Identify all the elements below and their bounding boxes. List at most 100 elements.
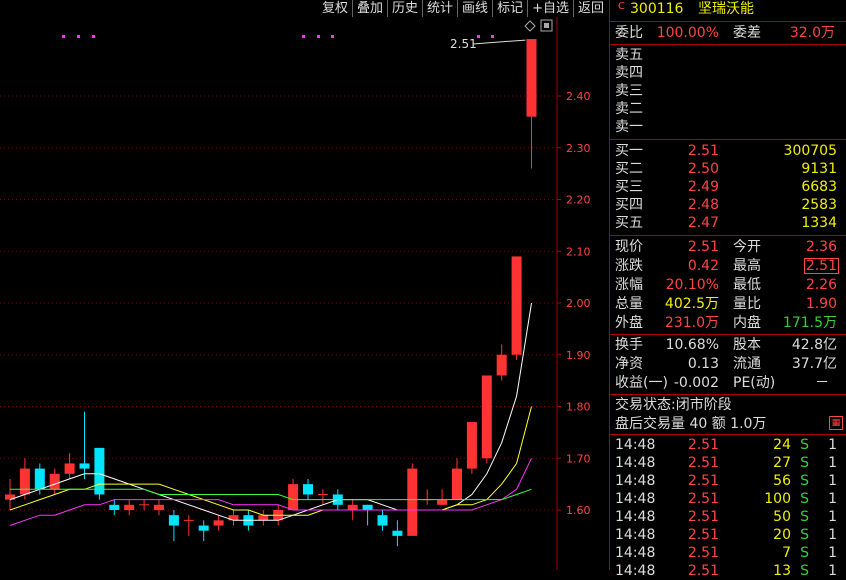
fund-row: 收益(一) -0.002 PE(动) － (610, 374, 846, 392)
candle-body (154, 504, 164, 510)
buy-row: 买三 2.49 6683 (610, 178, 846, 196)
stock-header: C 300116 坚瑞沃能 (610, 0, 846, 19)
candle (452, 458, 462, 500)
candle (288, 478, 299, 510)
candle-body (168, 515, 179, 526)
inner-volume: 171.5万 (782, 315, 837, 331)
stat-label: 内盘 (733, 315, 761, 331)
weibi-label: 委比 (615, 25, 643, 41)
signal-dots (62, 35, 494, 38)
buy-volume: 9131 (801, 161, 837, 177)
fund-row: 净资 0.13 流通 37.7亿 (610, 355, 846, 373)
candle (183, 515, 194, 536)
tick-price: 2.51 (687, 491, 719, 507)
candle-body (377, 515, 388, 526)
chart-corner-icons (524, 19, 553, 32)
tick-volume: 56 (773, 473, 791, 489)
candle (422, 489, 433, 505)
candle (228, 510, 239, 526)
tick-side: S (800, 527, 809, 543)
buy-row: 买四 2.48 2583 (610, 196, 846, 214)
stock-name: 坚瑞沃能 (698, 1, 754, 17)
y-tick-label: 1.80 (566, 401, 591, 414)
tick-side: S (800, 563, 809, 579)
candle (5, 478, 15, 510)
tick-row: 14:48 2.51 24 S 1 (610, 436, 846, 454)
candle-body (526, 39, 537, 117)
tick-time: 14:48 (615, 545, 656, 561)
candle-body (496, 354, 507, 376)
share-capital: 42.8亿 (791, 337, 837, 353)
diamond-icon[interactable] (524, 20, 536, 32)
candle-body (303, 484, 313, 495)
stat-label: 总量 (615, 296, 643, 312)
y-tick-label: 2.00 (566, 297, 591, 310)
tick-price: 2.51 (687, 473, 719, 489)
buy-volume: 2583 (801, 197, 837, 213)
last-price-label: 2.51 (450, 37, 477, 51)
candle (496, 344, 507, 381)
tick-side: S (800, 455, 809, 471)
tick-time: 14:48 (615, 455, 656, 471)
stat-row: 涨幅 20.10% 最低 2.26 (610, 276, 846, 294)
sell-label: 卖三 (615, 83, 643, 99)
after-hours: 盘后交易量 40 额 1.0万 ▦ (610, 415, 846, 433)
y-tick-label: 1.70 (566, 452, 591, 465)
stat-row: 总量 402.5万 量比 1.90 (610, 295, 846, 313)
candle-body (198, 525, 209, 531)
table-icon[interactable]: ▦ (829, 416, 843, 430)
sell-row: 卖五 (610, 46, 846, 64)
buy-volume: 6683 (801, 179, 837, 195)
candle (139, 499, 150, 510)
candlestick-chart[interactable]: 2.40 2.30 2.20 2.10 2.00 1.90 1.80 1.70 1.60 2.5… (0, 0, 608, 570)
high-price: 2.51 (803, 258, 839, 274)
sell-row: 卖四 (610, 64, 846, 82)
weicha-label: 委差 (733, 25, 761, 41)
tick-row: 14:48 2.51 50 S 1 (610, 508, 846, 526)
tick-price: 2.51 (687, 563, 719, 579)
tick-volume: 20 (773, 527, 791, 543)
tick-price: 2.51 (687, 545, 719, 561)
outer-volume: 231.0万 (664, 315, 719, 331)
weicha-value: 32.0万 (789, 25, 835, 41)
y-axis-ticks: 2.40 2.30 2.20 2.10 2.00 1.90 1.80 1.70 1.60 (566, 90, 591, 517)
stock-code: 300116 (630, 1, 684, 17)
quote-panel: C 300116 坚瑞沃能 委比 100.00% 委差 32.0万 卖五 卖四 … (609, 0, 846, 579)
stat-label: 涨幅 (615, 277, 643, 293)
tick-time: 14:48 (615, 437, 656, 453)
fund-label: 流通 (733, 356, 761, 372)
candle-body (109, 504, 120, 510)
tick-price: 2.51 (687, 527, 719, 543)
buy-label: 买二 (615, 161, 643, 177)
change-percent: 20.10% (665, 277, 719, 293)
y-tick-label: 2.10 (566, 245, 591, 258)
fund-label: 收益(一) (615, 375, 668, 391)
candle-body (362, 504, 373, 510)
candle (109, 499, 120, 516)
weibi-value: 100.00% (656, 25, 719, 41)
buy-price: 2.51 (687, 143, 719, 159)
candle-body (347, 504, 358, 510)
buy-label: 买一 (615, 143, 643, 159)
stat-row: 涨跌 0.42 最高 2.51 (610, 257, 846, 275)
candle-body (407, 468, 418, 536)
candle (466, 422, 477, 474)
y-tick-label: 2.20 (566, 194, 591, 207)
fund-label: 股本 (733, 337, 761, 353)
stat-label: 今开 (733, 239, 761, 255)
candle-body (452, 468, 462, 500)
tick-row: 14:48 2.51 20 S 1 (610, 526, 846, 544)
tick-time: 14:48 (615, 563, 656, 579)
candle (481, 375, 492, 464)
sell-row: 卖三 (610, 82, 846, 100)
stat-row: 外盘 231.0万 内盘 171.5万 (610, 314, 846, 332)
tick-row: 14:48 2.51 56 S 1 (610, 472, 846, 490)
candle (526, 39, 537, 169)
weibi-row: 委比 100.00% 委差 32.0万 (610, 24, 846, 42)
tick-side: S (800, 509, 809, 525)
buy-price: 2.47 (687, 215, 719, 231)
candle-body (79, 463, 90, 469)
buy-row: 买一 2.51 300705 (610, 142, 846, 160)
window-icon-inner (544, 23, 549, 28)
tick-side: S (800, 437, 809, 453)
